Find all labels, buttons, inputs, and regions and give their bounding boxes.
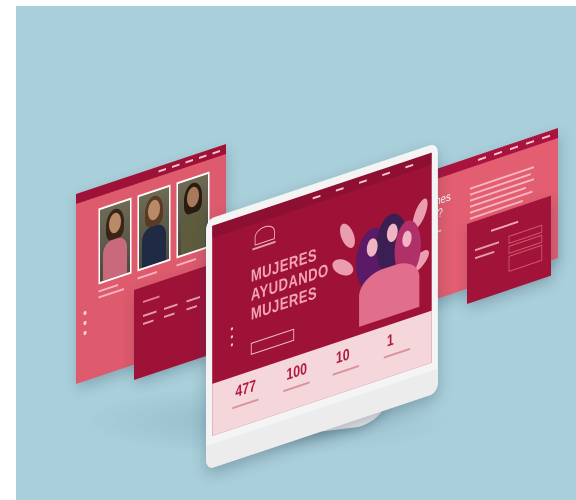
social-icon bbox=[83, 310, 87, 316]
social-icon bbox=[83, 320, 87, 326]
hero-cta-button[interactable] bbox=[250, 328, 295, 356]
stat-value: 477 bbox=[235, 377, 257, 402]
team-member-photo bbox=[176, 171, 210, 259]
stat-value: 1 bbox=[386, 331, 394, 351]
stat-value: 100 bbox=[286, 360, 308, 385]
team-member-photo bbox=[137, 184, 171, 272]
team-member-photo bbox=[98, 197, 132, 285]
social-icon[interactable] bbox=[230, 334, 234, 339]
social-icon[interactable] bbox=[230, 326, 234, 331]
social-icon[interactable] bbox=[230, 342, 234, 347]
stat-value: 10 bbox=[335, 346, 350, 368]
mockup-scene: ¿Quiénes somos? MUJERES AYUDANDO bbox=[16, 6, 576, 500]
social-icon bbox=[83, 330, 87, 336]
